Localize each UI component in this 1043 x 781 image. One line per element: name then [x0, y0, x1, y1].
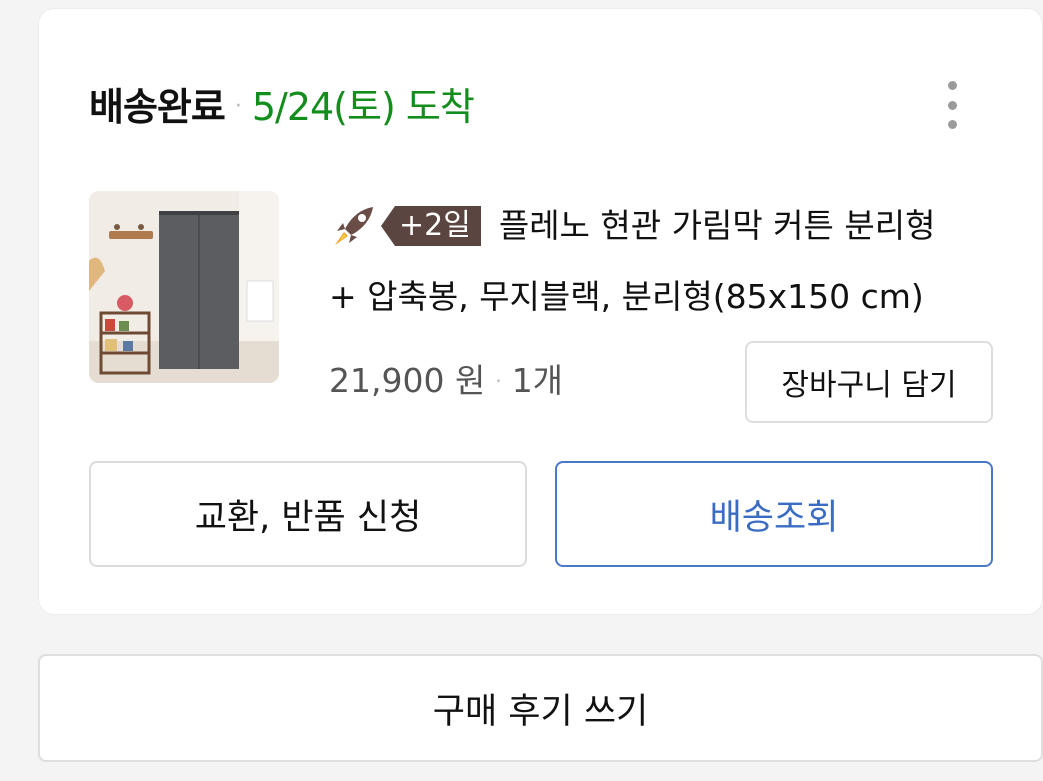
- product-title-line1[interactable]: +2일 플레노 현관 가림막 커튼 분리형: [329, 201, 935, 251]
- price-quantity: 21,900 원 · 1개: [329, 359, 563, 403]
- order-card: 배송완료 · 5/24(토) 도착 +2일 플레노 현관 가림막 커튼 분리형 …: [38, 8, 1043, 615]
- delivery-status: 배송완료 · 5/24(토) 도착: [89, 81, 475, 133]
- product-title-text: 플레노 현관 가림막 커튼 분리형: [498, 206, 936, 245]
- product-title-line2[interactable]: + 압축봉, 무지블랙, 분리형(85x150 cm): [329, 275, 924, 319]
- write-review-button[interactable]: 구매 후기 쓰기: [38, 654, 1043, 762]
- status-separator: ·: [234, 94, 242, 119]
- price-separator: ·: [495, 369, 502, 393]
- delivery-badge: +2일: [381, 206, 481, 246]
- exchange-return-button[interactable]: 교환, 반품 신청: [89, 461, 527, 567]
- add-to-cart-button[interactable]: 장바구니 담기: [745, 341, 993, 423]
- product-image[interactable]: [89, 191, 279, 383]
- rocket-icon: [335, 207, 373, 245]
- product-price: 21,900 원: [329, 361, 486, 400]
- delivery-badge-text: +2일: [395, 206, 481, 246]
- arrival-date: 5/24(토) 도착: [251, 85, 475, 129]
- product-quantity: 1개: [511, 361, 564, 400]
- track-delivery-button[interactable]: 배송조회: [555, 461, 993, 567]
- more-options-icon[interactable]: [940, 77, 964, 133]
- status-text: 배송완료: [89, 85, 226, 129]
